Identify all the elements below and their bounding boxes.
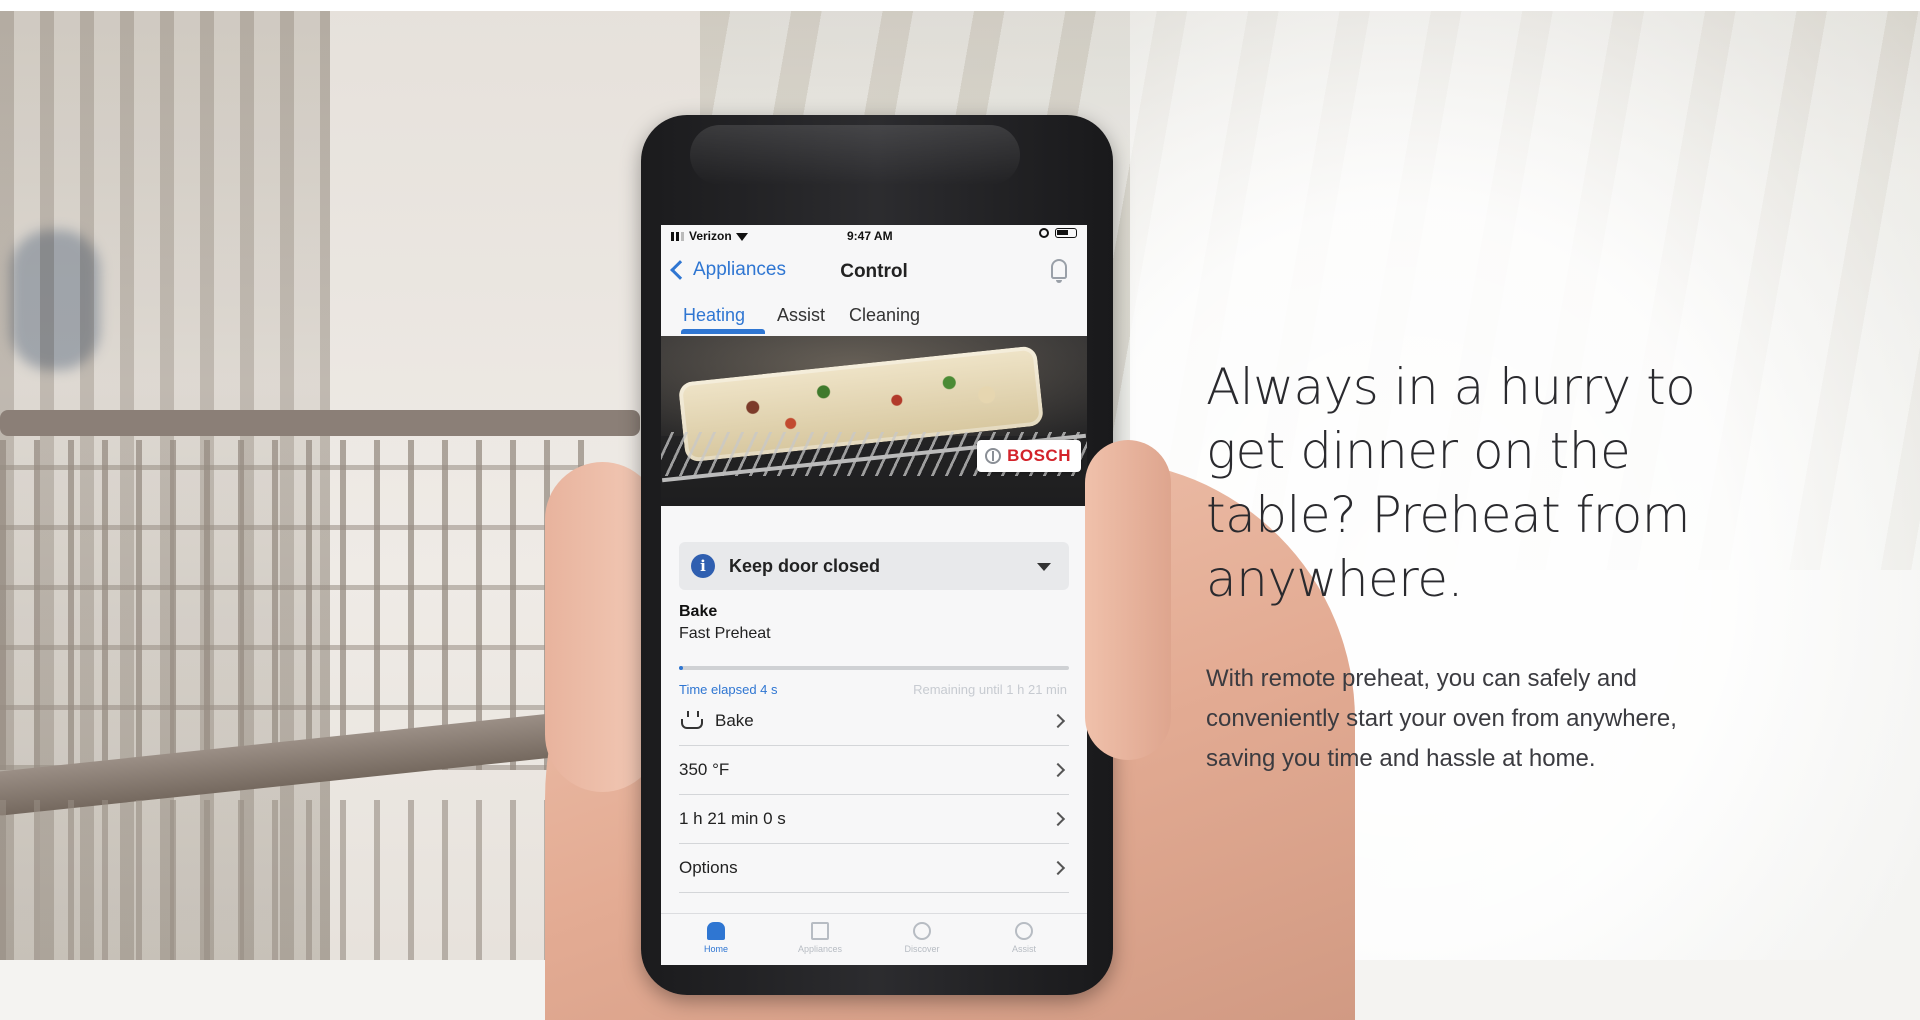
tab-bar-home[interactable]: Home [681, 922, 751, 954]
appliance-icon [811, 922, 829, 940]
status-bar: Verizon 9:47 AM [661, 225, 1087, 247]
status-right-icons [1039, 228, 1077, 238]
setting-row-options[interactable]: Options [679, 844, 1069, 893]
progress-bar [679, 666, 1069, 670]
tab-bar-appliances[interactable]: Appliances [785, 922, 855, 954]
top-band [0, 0, 1920, 11]
headline: Always in a hurry to get dinner on the t… [1206, 358, 1696, 608]
setting-label: 1 h 21 min 0 s [679, 809, 786, 828]
setting-label: 350 °F [679, 760, 730, 779]
phone-screen: Verizon 9:47 AM Appliances Control Heati… [661, 225, 1087, 965]
tab-indicator [681, 329, 765, 334]
tab-bar-discover[interactable]: Discover [887, 922, 957, 954]
setting-row-program[interactable]: Bake [679, 697, 1069, 746]
tab-strip: Heating Assist Cleaning [661, 301, 1087, 335]
chevron-right-icon [1050, 713, 1066, 729]
program-mode: Fast Preheat [679, 625, 771, 642]
orientation-lock-icon [1039, 228, 1049, 238]
battery-icon [1055, 228, 1077, 238]
nav-bar: Appliances Control [661, 249, 1087, 293]
bosch-wordmark: BOSCH [1007, 446, 1071, 465]
program-name: Bake [679, 603, 718, 620]
tab-assist[interactable]: Assist [777, 305, 825, 326]
chevron-right-icon [1050, 860, 1066, 876]
caret-down-icon [1037, 563, 1051, 571]
tab-cleaning[interactable]: Cleaning [849, 305, 920, 326]
setting-label: Bake [715, 711, 754, 730]
body-copy: With remote preheat, you can safely and … [1206, 665, 1677, 772]
oven-camera-image: BOSCH [661, 336, 1087, 506]
hand-finger [1085, 440, 1171, 760]
smile-icon [1015, 922, 1033, 940]
setting-row-temperature[interactable]: 350 °F [679, 746, 1069, 795]
info-icon: i [691, 554, 715, 578]
time-elapsed: Time elapsed 4 s [679, 682, 778, 697]
tab-heating[interactable]: Heating [683, 305, 745, 326]
setting-label: Options [679, 858, 738, 877]
notice-text: Keep door closed [729, 555, 881, 576]
wifi-icon [735, 233, 748, 241]
chevron-right-icon [1050, 762, 1066, 778]
compass-icon [913, 922, 931, 940]
setting-row-duration[interactable]: 1 h 21 min 0 s [679, 795, 1069, 844]
progress-fill [679, 666, 683, 670]
shopping-cart [0, 410, 640, 960]
carrier: Verizon [671, 229, 748, 243]
keep-door-closed-notice[interactable]: i Keep door closed [679, 542, 1069, 590]
time-remaining: Remaining until 1 h 21 min [913, 682, 1067, 697]
bell-icon[interactable] [1051, 259, 1067, 283]
tab-bar-assist[interactable]: Assist [989, 922, 1059, 954]
home-icon [707, 922, 725, 940]
signal-bars-icon [671, 232, 685, 241]
bottom-tab-bar: Home Appliances Discover Assist [661, 913, 1087, 965]
page-title: Control [840, 261, 908, 282]
pot-icon [679, 711, 705, 731]
chevron-right-icon [1050, 811, 1066, 827]
phone-glare [690, 125, 1020, 185]
bosch-logo-icon [985, 448, 1002, 464]
status-time: 9:47 AM [847, 229, 893, 243]
bosch-badge: BOSCH [977, 440, 1081, 472]
